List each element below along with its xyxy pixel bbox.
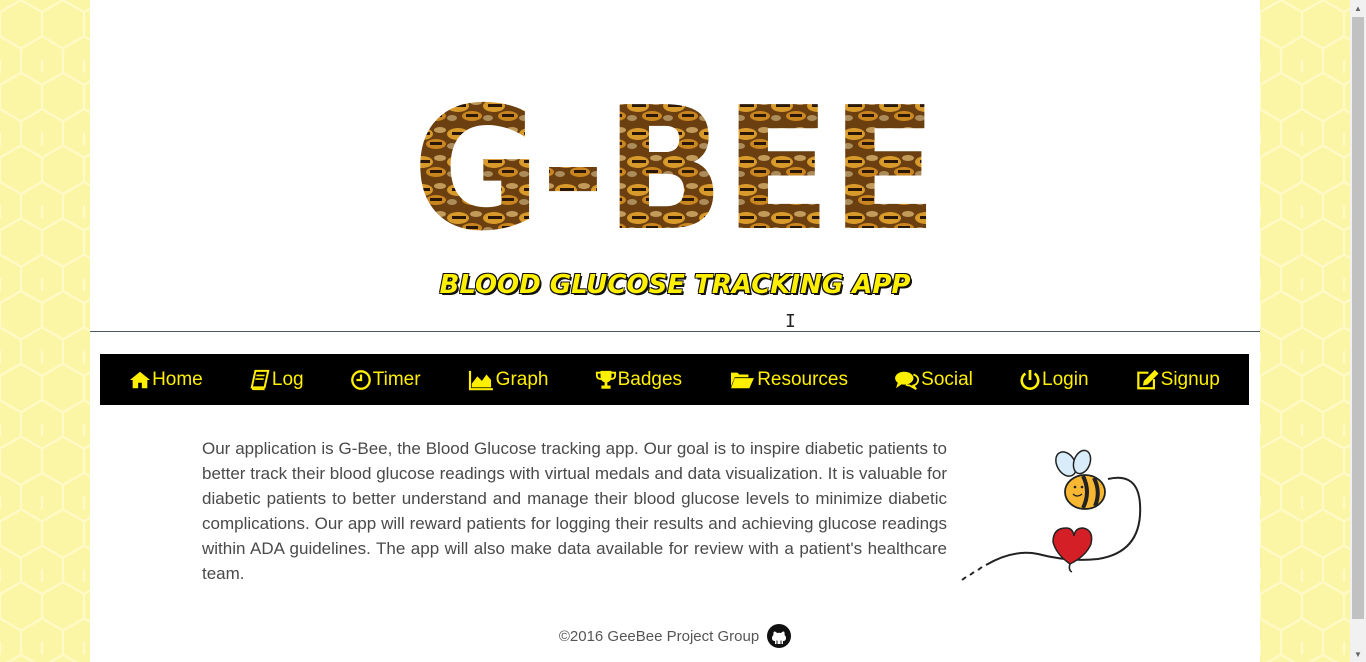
nav-timer-label: Timer [372,368,421,390]
tagline: BLOOD GLUCOSE TRACKING APP [439,270,911,300]
nav-graph-label: Graph [495,368,549,390]
nav-resources-label: Resources [757,368,849,390]
nav-signup[interactable]: Signup [1135,369,1220,391]
vertical-scrollbar[interactable]: ▲ ▼ [1350,0,1366,662]
edit-icon [1135,369,1160,391]
nav-home-label: Home [152,368,203,390]
logo-text: G-BEE [413,96,938,236]
comments-icon [894,369,920,391]
nav-home[interactable]: Home [129,369,203,391]
footer-copyright: ©2016 GeeBee Project Group [558,627,760,645]
github-icon[interactable] [767,624,792,648]
header-divider [90,331,1260,332]
bee-heart-illustration [958,444,1148,584]
nav-resources[interactable]: Resources [728,369,848,391]
nav-badges-label: Badges [617,368,683,390]
nav-log[interactable]: Log [249,369,304,391]
home-icon [129,369,151,391]
nav-login[interactable]: Login [1019,369,1089,391]
scroll-down-arrow-icon[interactable]: ▼ [1350,646,1366,662]
nav-login-label: Login [1042,368,1089,390]
nav-badges[interactable]: Badges [595,369,682,391]
navbar: Home Log Timer Graph Badges Resources So… [100,354,1249,405]
logo: G-BEE [410,96,940,236]
intro-paragraph: Our application is G-Bee, the Blood Gluc… [202,439,947,583]
nav-log-label: Log [271,368,304,390]
scroll-up-arrow-icon[interactable]: ▲ [1350,0,1366,16]
footer: ©2016 GeeBee Project Group [90,624,1260,648]
nav-signup-label: Signup [1160,368,1220,390]
clock-icon [350,369,372,391]
honeycomb-background-right [1260,0,1350,662]
nav-social-label: Social [921,368,973,390]
book-icon [249,369,271,391]
text-cursor-icon: I [785,311,796,332]
power-icon [1019,369,1041,391]
honeycomb-background-left [0,0,90,662]
nav-social[interactable]: Social [894,369,973,391]
main-page: G-BEE BLOOD GLUCOSE TRACKING APP I Home … [90,0,1260,662]
area-chart-icon [467,369,495,391]
folder-open-icon [728,369,756,391]
nav-timer[interactable]: Timer [350,369,421,391]
nav-graph[interactable]: Graph [467,368,549,391]
trophy-icon [595,369,617,391]
scrollbar-thumb[interactable] [1352,17,1364,619]
